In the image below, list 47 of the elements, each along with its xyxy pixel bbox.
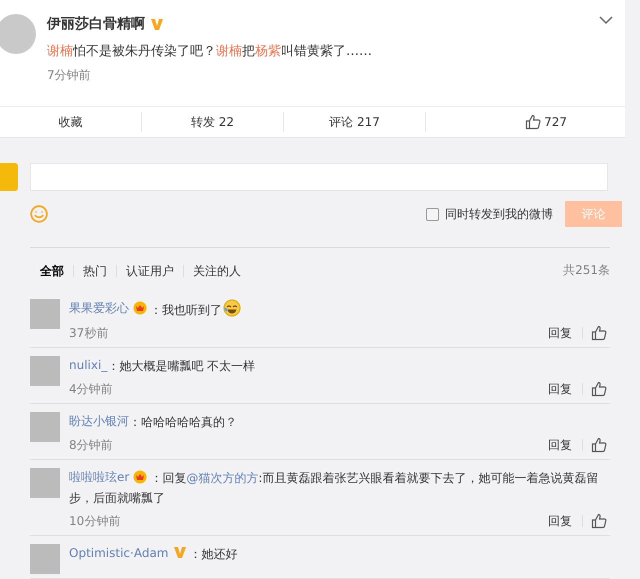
reply-button[interactable]: 回复: [538, 383, 583, 395]
like-button[interactable]: 727: [426, 112, 625, 132]
comment-text: 果果爱彩心 ：我也听到了: [69, 299, 610, 320]
repost-checkbox[interactable]: 同时转发到我的微博: [426, 206, 553, 222]
action-button[interactable]: 转发 22: [142, 112, 284, 132]
comment-text: nulixi_：她大概是嘴瓢吧 不太一样: [69, 356, 256, 376]
user-avatar: [30, 544, 60, 574]
user-avatar: [0, 163, 18, 191]
filter-tab[interactable]: 认证用户: [116, 264, 183, 276]
comment-time: 37秒前: [69, 324, 108, 342]
reply-button[interactable]: 回复: [538, 327, 583, 339]
filter-tab[interactable]: 关注的人: [183, 264, 250, 276]
thumbs-up-icon: [525, 114, 542, 130]
username-link[interactable]: 啦啦啦玹er: [69, 468, 130, 486]
reply-button[interactable]: 回复: [538, 515, 583, 527]
thumbs-up-icon: [591, 513, 607, 529]
user-avatar: [30, 468, 60, 498]
username-link[interactable]: 盼达小银河: [69, 412, 129, 430]
comment-text: Optimistic·Adam ：她还好: [69, 544, 238, 564]
reply-button[interactable]: 回复: [538, 439, 583, 451]
comment-text: 盼达小银河：哈哈哈哈哈真的？: [69, 412, 238, 432]
comment-count: 共251条: [563, 262, 610, 279]
post-text: 谢楠怕不是被朱丹传染了吧？谢楠把杨紫叫错黄紫了……: [47, 43, 373, 60]
comment-input-field[interactable]: [30, 163, 608, 191]
chevron-down-icon: [599, 16, 613, 25]
action-button[interactable]: 评论 217: [284, 112, 426, 132]
comment-text: 啦啦啦玹er ：回复@猫次方的方:而且黄磊跟着张艺兴眼看着就要下去了，她可能一着急说黄磊留步，后面就嘴瓢了: [69, 468, 600, 507]
user-avatar: [30, 299, 60, 329]
post-time: 7分钟前: [47, 67, 92, 84]
user-avatar: [0, 14, 36, 54]
thumbs-up-icon: [591, 437, 607, 453]
filter-tab[interactable]: 热门: [73, 264, 116, 276]
comment-time: 4分钟前: [69, 380, 113, 398]
thumbs-up-icon: [591, 325, 607, 341]
username-link[interactable]: Optimistic·Adam: [69, 544, 168, 562]
mention-link[interactable]: @猫次方的方: [186, 471, 258, 485]
filter-tab[interactable]: 全部: [40, 264, 73, 276]
comment-time: 8分钟前: [69, 436, 113, 454]
comment-time: 10分钟前: [69, 512, 120, 530]
user-avatar: [30, 412, 60, 442]
username-link[interactable]: 果果爱彩心: [69, 299, 129, 317]
username-link[interactable]: nulixi_: [69, 356, 108, 374]
action-button[interactable]: 收藏: [0, 112, 142, 132]
author-name[interactable]: 伊丽莎白骨精啊: [47, 15, 145, 33]
user-avatar: [30, 356, 60, 386]
thumbs-up-icon: [591, 381, 607, 397]
smiley-icon: [30, 205, 48, 223]
